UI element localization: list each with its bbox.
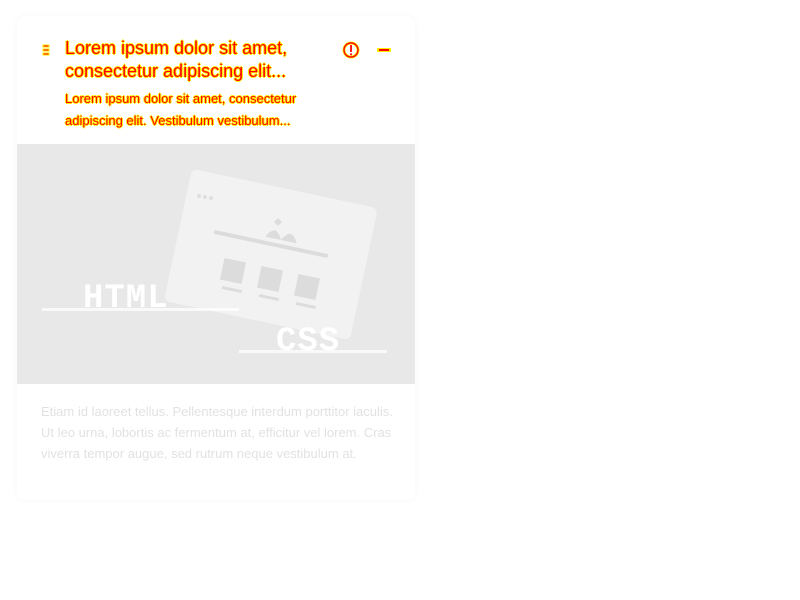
card-subtitle: Lorem ipsum dolor sit amet, consectetur … <box>65 91 297 128</box>
html-css-illustration: HTML CSS <box>42 169 387 361</box>
card-header: Lorem ipsum dolor sit amet, consectetur … <box>17 16 415 144</box>
info-icon[interactable] <box>341 40 361 60</box>
drag-handle-icon[interactable] <box>42 43 50 56</box>
card-title: Lorem ipsum dolor sit amet, consectetur … <box>65 38 288 81</box>
minus-icon[interactable] <box>375 42 393 58</box>
css-label: CSS <box>276 323 340 361</box>
html-label: HTML <box>83 280 169 318</box>
card-body-text: Etiam id laoreet tellus. Pellentesque in… <box>41 404 393 461</box>
card-media: HTML CSS <box>17 144 415 384</box>
card: Lorem ipsum dolor sit amet, consectetur … <box>17 16 415 500</box>
browser-window <box>165 169 377 340</box>
